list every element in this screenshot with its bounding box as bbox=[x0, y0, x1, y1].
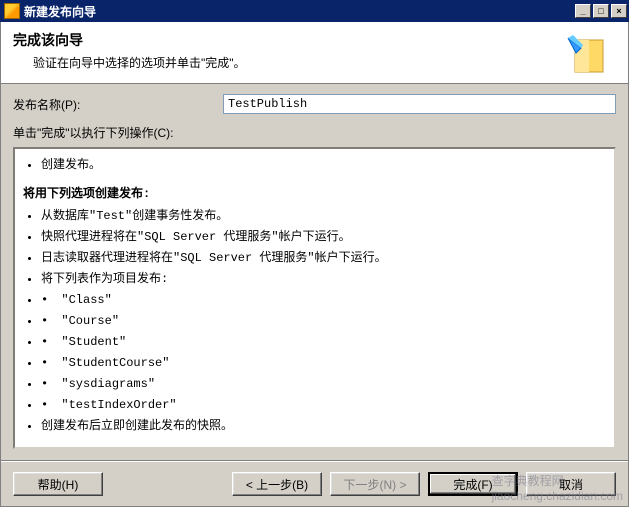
cancel-button[interactable]: 取消 bbox=[526, 472, 616, 496]
window-body: 完成该向导 验证在向导中选择的选项并单击"完成"。 发布名称(P): 单击"完成… bbox=[0, 22, 629, 507]
maximize-button[interactable]: □ bbox=[593, 4, 609, 18]
publication-name-label: 发布名称(P): bbox=[13, 96, 223, 113]
instruction-label: 单击"完成"以执行下列操作(C): bbox=[13, 124, 616, 141]
summary-snapshot: 创建发布后立即创建此发布的快照。 bbox=[41, 417, 606, 435]
titlebar: 新建发布向导 _ □ × bbox=[0, 0, 629, 22]
minimize-button[interactable]: _ bbox=[575, 4, 591, 18]
table-item: "testIndexOrder" bbox=[41, 396, 606, 414]
table-item: "Class" bbox=[41, 291, 606, 309]
page-title: 完成该向导 bbox=[13, 30, 563, 50]
table-item: "StudentCourse" bbox=[41, 354, 606, 372]
publication-name-input[interactable] bbox=[223, 94, 616, 114]
summary-item: 日志读取器代理进程将在"SQL Server 代理服务"帐户下运行。 bbox=[41, 249, 606, 267]
action-create: 创建发布。 bbox=[41, 156, 606, 174]
window-title: 新建发布向导 bbox=[24, 3, 575, 20]
app-icon bbox=[4, 3, 20, 19]
summary-item: 快照代理进程将在"SQL Server 代理服务"帐户下运行。 bbox=[41, 228, 606, 246]
help-button[interactable]: 帮助(H) bbox=[13, 472, 103, 496]
summary-heading: 将用下列选项创建发布: bbox=[23, 184, 606, 201]
next-button: 下一步(N) > bbox=[330, 472, 420, 496]
wizard-header: 完成该向导 验证在向导中选择的选项并单击"完成"。 bbox=[1, 22, 628, 84]
close-button[interactable]: × bbox=[611, 4, 627, 18]
table-item: "Course" bbox=[41, 312, 606, 330]
table-item: "Student" bbox=[41, 333, 606, 351]
button-bar: 帮助(H) < 上一步(B) 下一步(N) > 完成(F) 取消 bbox=[1, 461, 628, 506]
summary-list[interactable]: 创建发布。 将用下列选项创建发布: 从数据库"Test"创建事务性发布。 快照代… bbox=[13, 147, 616, 449]
table-item: "sysdiagrams" bbox=[41, 375, 606, 393]
finish-button[interactable]: 完成(F) bbox=[428, 472, 518, 496]
summary-item: 从数据库"Test"创建事务性发布。 bbox=[41, 207, 606, 225]
wizard-icon bbox=[563, 30, 608, 75]
window-controls: _ □ × bbox=[575, 4, 627, 18]
page-subtitle: 验证在向导中选择的选项并单击"完成"。 bbox=[13, 54, 563, 71]
summary-item: 将下列表作为项目发布: bbox=[41, 270, 606, 288]
back-button[interactable]: < 上一步(B) bbox=[232, 472, 322, 496]
content-area: 发布名称(P): 单击"完成"以执行下列操作(C): 创建发布。 将用下列选项创… bbox=[1, 84, 628, 461]
